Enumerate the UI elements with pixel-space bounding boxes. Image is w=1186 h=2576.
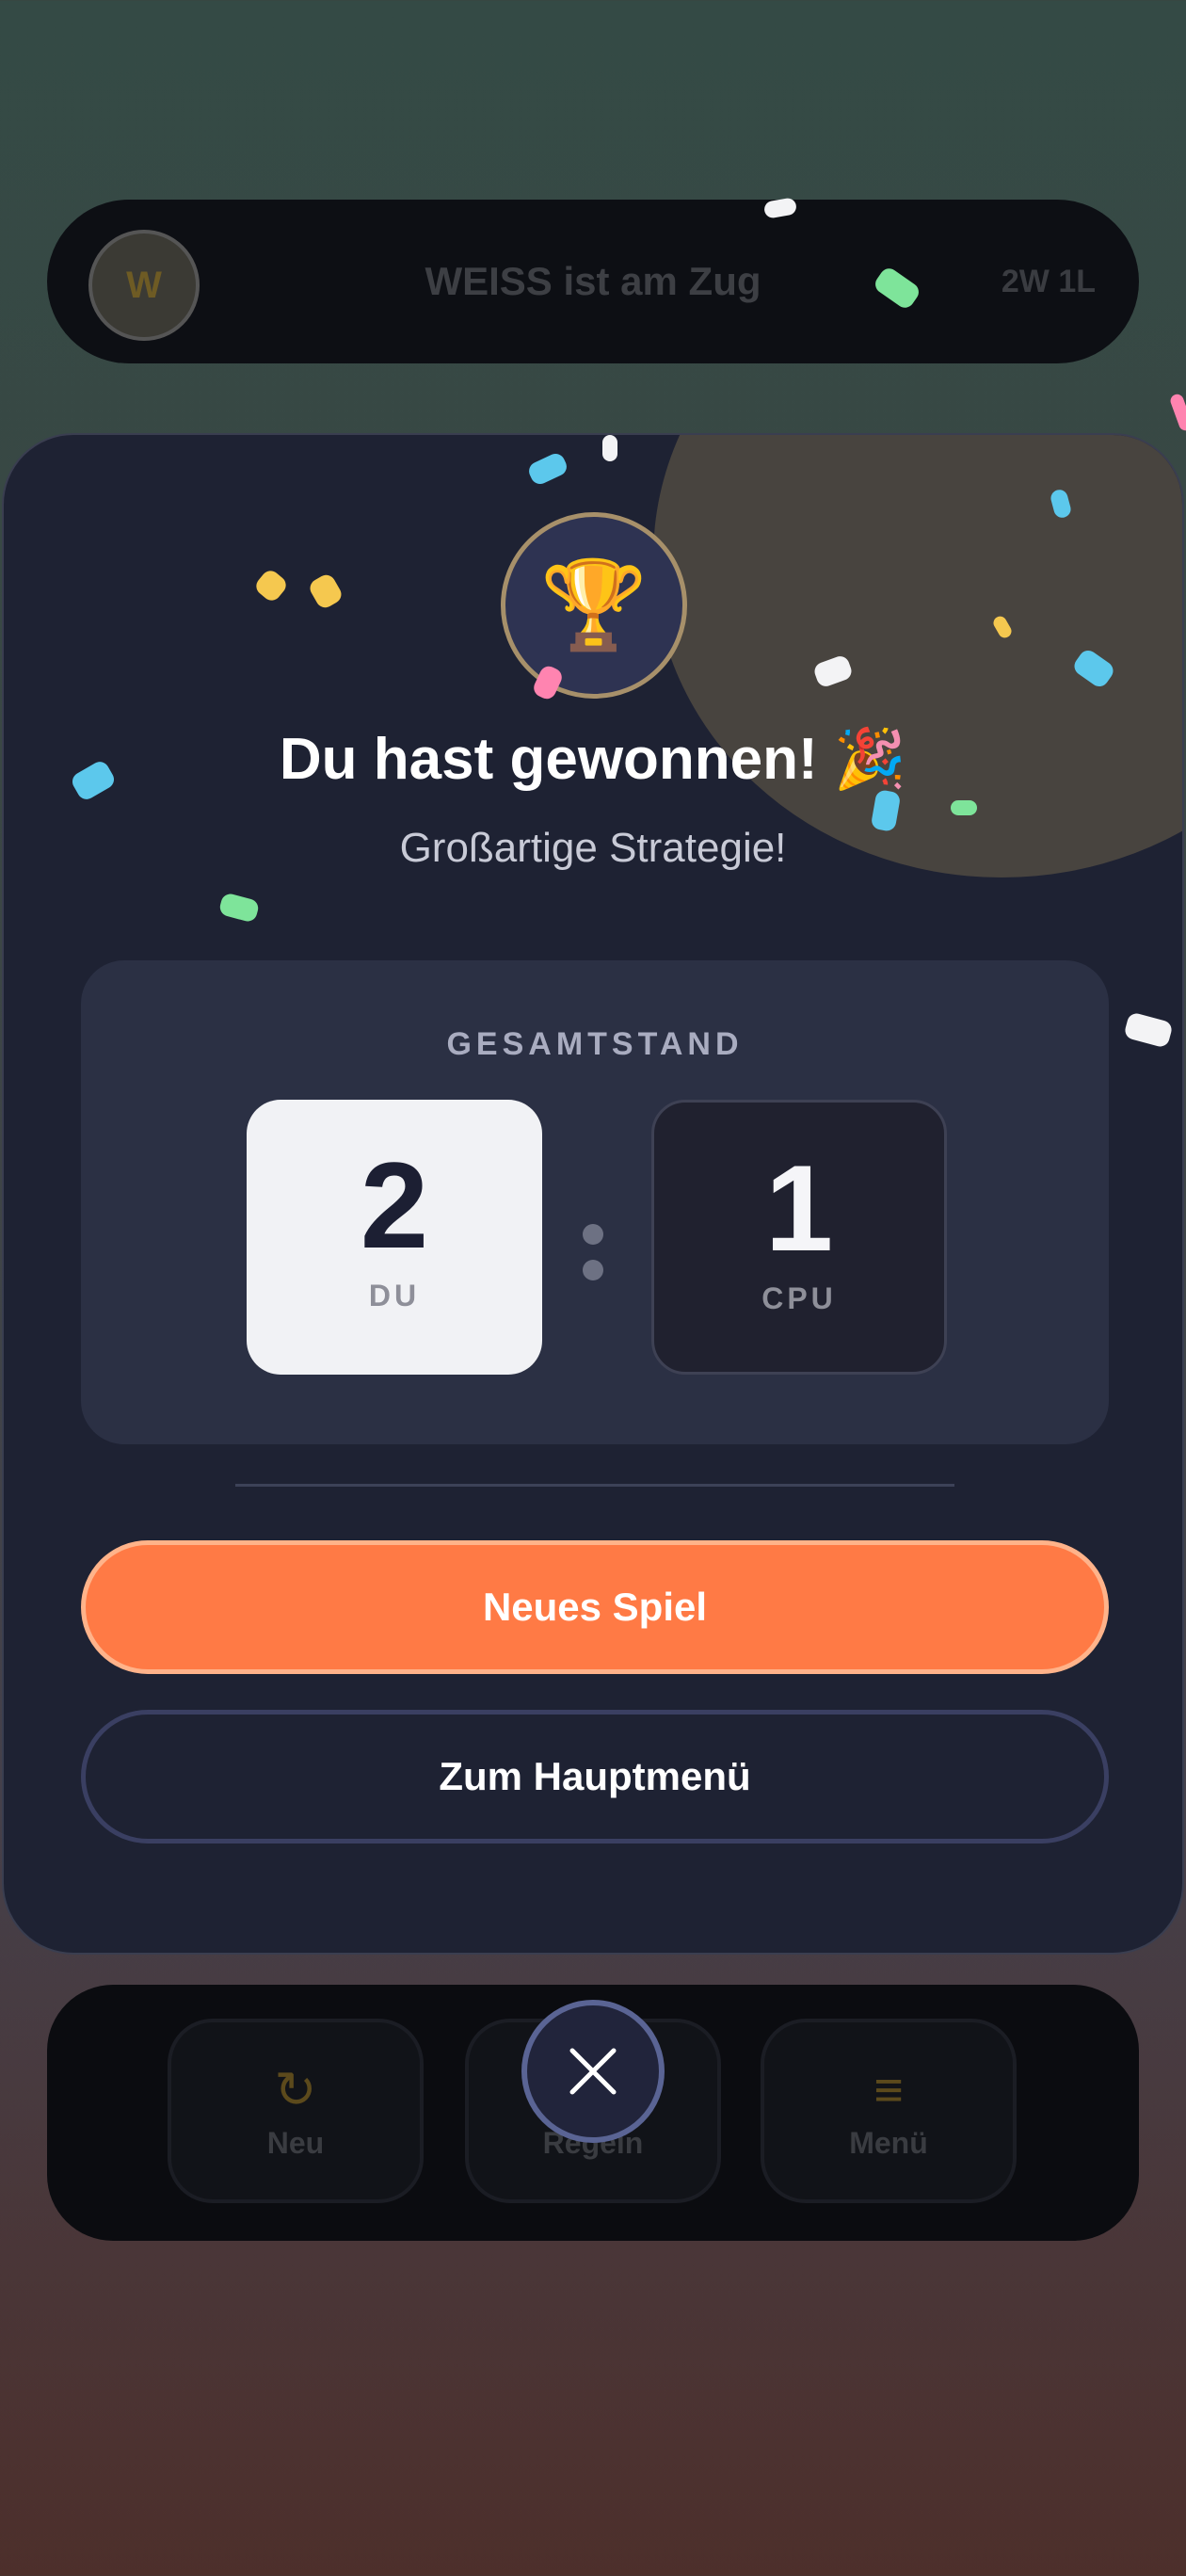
spotlight-decoration (653, 435, 1182, 877)
dialog-title: Du hast gewonnen! 🎉 (279, 727, 907, 792)
turn-indicator: WEISS ist am Zug (425, 259, 761, 303)
player-score-label: DU (368, 1279, 421, 1312)
win-dialog: 🏆 Du hast gewonnen! 🎉 Großartige Strateg… (2, 433, 1184, 1955)
new-game-button[interactable]: Neues Spiel (81, 1540, 1109, 1674)
score-separator-dot (583, 1260, 603, 1280)
score-heading: GESAMTSTAND (446, 1026, 744, 1062)
cpu-score: 1 (764, 1139, 834, 1277)
player-score: 2 (360, 1136, 429, 1274)
win-loss-record: 2W 1L (1001, 264, 1096, 299)
close-icon (569, 2048, 617, 2095)
divider (235, 1484, 954, 1487)
confetti-piece (602, 435, 617, 461)
confetti-piece (951, 800, 977, 815)
new-game-label: Neu (266, 2126, 325, 2160)
menu-label: Menü (849, 2126, 928, 2160)
score-separator-dot (583, 1224, 603, 1245)
close-button[interactable] (521, 2000, 665, 2143)
trophy-icon: 🏆 (501, 512, 687, 699)
score-panel: GESAMTSTAND 2 DU 1 CPU (81, 960, 1109, 1444)
cpu-score-label: CPU (761, 1281, 837, 1315)
cpu-score-card: 1 CPU (651, 1100, 947, 1375)
dialog-subtitle: Großartige Strategie! (399, 825, 787, 871)
main-menu-button[interactable]: Zum Hauptmenü (81, 1710, 1109, 1843)
confetti-piece (1168, 392, 1186, 433)
refresh-icon: ↻ (274, 2062, 317, 2118)
status-bar: W WEISS ist am Zug 2W 1L (47, 200, 1139, 363)
player-score-card: 2 DU (247, 1100, 542, 1375)
menu-control[interactable]: ≡ Menü (761, 2019, 1017, 2203)
menu-icon: ≡ (873, 2062, 904, 2118)
new-game-control[interactable]: ↻ Neu (168, 2019, 424, 2203)
